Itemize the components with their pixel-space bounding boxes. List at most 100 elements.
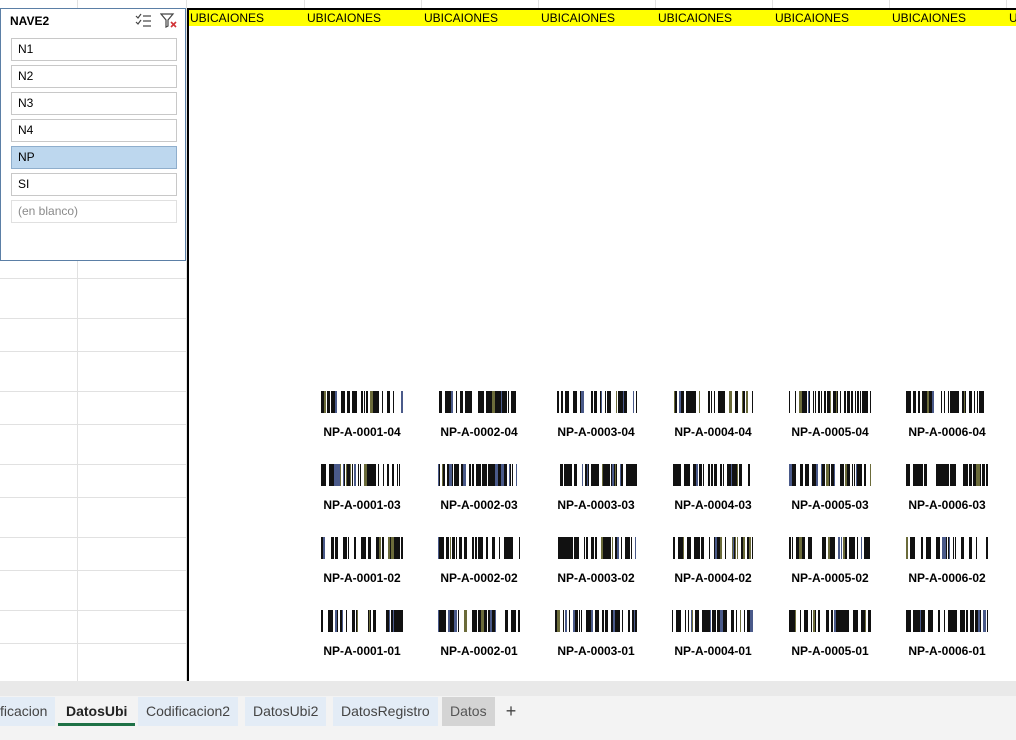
barcode-label: NP-A-0005-03	[791, 498, 869, 512]
grid-line	[0, 351, 187, 352]
multi-select-icon[interactable]	[135, 13, 153, 29]
grid-line	[304, 0, 305, 8]
barcode-label: NP-A-0005-04	[791, 425, 869, 439]
slicer-item-blank[interactable]: (en blanco)	[11, 200, 177, 223]
tab-codificacion[interactable]: ficacion	[0, 697, 56, 726]
clear-filter-icon[interactable]	[159, 13, 178, 29]
barcode-cell[interactable]: NP-A-0005-03	[769, 464, 881, 512]
barcode-image	[789, 610, 871, 632]
barcode-image	[672, 537, 754, 559]
grid-line	[0, 424, 187, 425]
barcode-image	[438, 537, 520, 559]
tab-datosubi2[interactable]: DatosUbi2	[245, 697, 327, 726]
header-cell[interactable]: U	[1009, 10, 1016, 26]
header-cell[interactable]: UBICAIONES	[541, 10, 615, 26]
barcode-cell[interactable]: NP-A-0006-02	[886, 537, 998, 585]
barcode-cell[interactable]: NP-A-0002-04	[418, 391, 530, 439]
barcode-label: NP-A-0006-03	[908, 498, 986, 512]
range-border-left	[187, 8, 189, 681]
grid-line	[0, 537, 187, 538]
grid-line	[655, 0, 656, 8]
header-cell[interactable]: UBICAIONES	[658, 10, 732, 26]
barcode-image	[672, 610, 754, 632]
add-sheet-button[interactable]: +	[501, 700, 521, 722]
barcode-cell[interactable]: NP-A-0001-02	[301, 537, 413, 585]
barcode-cell[interactable]: NP-A-0004-02	[652, 537, 764, 585]
barcode-label: NP-A-0003-04	[557, 425, 635, 439]
tab-datosubi[interactable]: DatosUbi	[58, 697, 136, 726]
barcode-cell[interactable]: NP-A-0003-02	[535, 537, 647, 585]
barcode-image	[906, 391, 988, 413]
barcode-cell[interactable]: NP-A-0002-01	[418, 610, 530, 658]
barcode-label: NP-A-0002-03	[440, 498, 518, 512]
header-cell[interactable]: UBICAIONES	[424, 10, 498, 26]
barcode-image	[438, 464, 520, 486]
barcode-cell[interactable]: NP-A-0006-03	[886, 464, 998, 512]
barcode-image	[672, 391, 754, 413]
barcode-cell[interactable]: NP-A-0006-01	[886, 610, 998, 658]
barcode-cell[interactable]: NP-A-0004-03	[652, 464, 764, 512]
barcode-image	[906, 610, 988, 632]
barcode-cell[interactable]: NP-A-0006-04	[886, 391, 998, 439]
tab-datosregistro[interactable]: DatosRegistro	[333, 697, 438, 726]
barcode-label: NP-A-0001-04	[323, 425, 401, 439]
barcode-label: NP-A-0002-02	[440, 571, 518, 585]
grid-line	[0, 570, 187, 571]
barcode-cell[interactable]: NP-A-0004-04	[652, 391, 764, 439]
barcode-cell[interactable]: NP-A-0001-01	[301, 610, 413, 658]
header-cell[interactable]: UBICAIONES	[307, 10, 381, 26]
grid-line	[538, 0, 539, 8]
header-cell[interactable]: UBICAIONES	[190, 10, 264, 26]
barcode-image	[555, 610, 637, 632]
grid-line	[0, 610, 187, 611]
header-cell[interactable]: UBICAIONES	[892, 10, 966, 26]
barcode-image	[321, 537, 405, 559]
barcode-label: NP-A-0003-03	[557, 498, 635, 512]
tab-codificacion2[interactable]: Codificacion2	[138, 697, 239, 726]
slicer-item-np[interactable]: NP	[11, 146, 177, 169]
grid-line	[0, 497, 187, 498]
barcode-cell[interactable]: NP-A-0003-03	[535, 464, 647, 512]
barcode-cell[interactable]: NP-A-0001-03	[301, 464, 413, 512]
barcode-image	[438, 610, 520, 632]
barcode-label: NP-A-0006-04	[908, 425, 986, 439]
barcode-label: NP-A-0004-03	[674, 498, 752, 512]
header-cell[interactable]: UBICAIONES	[775, 10, 849, 26]
barcode-cell[interactable]: NP-A-0001-04	[301, 391, 413, 439]
slicer-item-n4[interactable]: N4	[11, 119, 177, 142]
barcode-image	[906, 464, 989, 486]
grid-line	[1006, 0, 1007, 8]
grid-line	[889, 0, 890, 8]
barcode-cell[interactable]: NP-A-0003-04	[535, 391, 647, 439]
tab-datos[interactable]: Datos	[442, 697, 495, 726]
barcode-cell[interactable]: NP-A-0005-02	[769, 537, 881, 585]
barcode-cell[interactable]: NP-A-0002-03	[418, 464, 530, 512]
barcode-image	[555, 537, 637, 559]
slicer-item-n1[interactable]: N1	[11, 38, 177, 61]
slicer-item-n3[interactable]: N3	[11, 92, 177, 115]
barcode-image	[789, 537, 871, 559]
slicer-nave2[interactable]: NAVE2 N1 N2 N3 N4 NP SI (en blanco)	[0, 8, 186, 261]
barcode-label: NP-A-0006-01	[908, 644, 986, 658]
header-row: UBICAIONES UBICAIONES UBICAIONES UBICAIO…	[189, 10, 1016, 26]
grid-line	[421, 0, 422, 8]
barcode-cell[interactable]: NP-A-0005-04	[769, 391, 881, 439]
barcode-label: NP-A-0001-01	[323, 644, 401, 658]
barcode-image	[555, 464, 637, 486]
slicer-item-n2[interactable]: N2	[11, 65, 177, 88]
barcode-cell[interactable]: NP-A-0005-01	[769, 610, 881, 658]
horizontal-scroll-area[interactable]	[0, 681, 1016, 696]
sheet-tab-bar: ficacion DatosUbi Codificacion2 DatosUbi…	[0, 696, 1016, 740]
barcode-label: NP-A-0005-01	[791, 644, 869, 658]
barcode-cell[interactable]: NP-A-0002-02	[418, 537, 530, 585]
slicer-item-si[interactable]: SI	[11, 173, 177, 196]
barcode-label: NP-A-0002-04	[440, 425, 518, 439]
barcode-cell[interactable]: NP-A-0004-01	[652, 610, 764, 658]
grid-line	[0, 643, 187, 644]
barcode-label: NP-A-0002-01	[440, 644, 518, 658]
barcode-image	[321, 610, 403, 632]
barcode-label: NP-A-0006-02	[908, 571, 986, 585]
grid-line	[772, 0, 773, 8]
barcode-cell[interactable]: NP-A-0003-01	[535, 610, 647, 658]
barcode-label: NP-A-0004-04	[674, 425, 752, 439]
